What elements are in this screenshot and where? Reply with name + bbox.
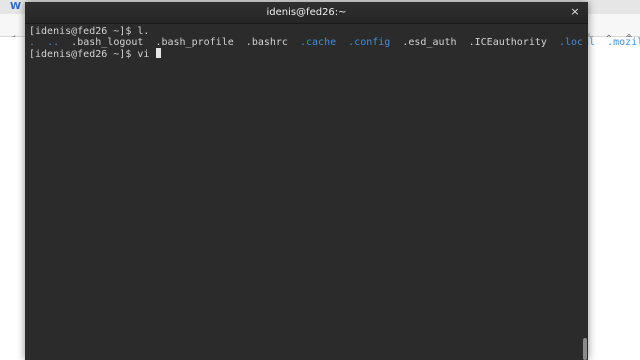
listing-entry: .. <box>47 37 60 48</box>
terminal-line-1: [idenis@fed26 ~]$ l. <box>29 26 149 37</box>
text-cursor <box>156 48 162 58</box>
shell-prompt: [idenis@fed26 ~]$ <box>29 49 138 60</box>
terminal-line-3: [idenis@fed26 ~]$ vi <box>29 48 162 60</box>
listing-entry: .bash_logout <box>71 37 144 48</box>
terminal-line-2: . .. .bash_logout .bash_profile .bashrc … <box>29 37 640 48</box>
terminal-title: idenis@fed26:~ <box>266 7 347 18</box>
terminal-scrollbar[interactable] <box>582 24 588 360</box>
listing-entry: .ICEauthority <box>468 37 547 48</box>
scrollbar-thumb[interactable] <box>583 338 587 360</box>
listing-entry: .config <box>348 37 391 48</box>
shell-command: l. <box>137 26 150 37</box>
listing-entry: .bashrc <box>245 37 288 48</box>
terminal-window[interactable]: idenis@fed26:~ × [idenis@fed26 ~]$ l. . … <box>25 2 640 360</box>
listing-entry: .esd_auth <box>402 37 457 48</box>
terminal-screen[interactable]: [idenis@fed26 ~]$ l. . .. .bash_logout .… <box>25 24 640 360</box>
shell-prompt: [idenis@fed26 ~]$ <box>29 26 138 37</box>
terminal-titlebar[interactable]: idenis@fed26:~ × <box>25 2 588 24</box>
listing-entry: .local <box>558 37 596 48</box>
listing-entry: .bash_profile <box>155 37 234 48</box>
close-icon[interactable]: × <box>568 5 582 19</box>
shell-command: vi <box>137 49 156 60</box>
listing-entry: .cache <box>300 37 337 48</box>
listing-entry: .mozilla <box>607 37 640 48</box>
wikipedia-tab-icon[interactable]: W <box>10 2 21 12</box>
